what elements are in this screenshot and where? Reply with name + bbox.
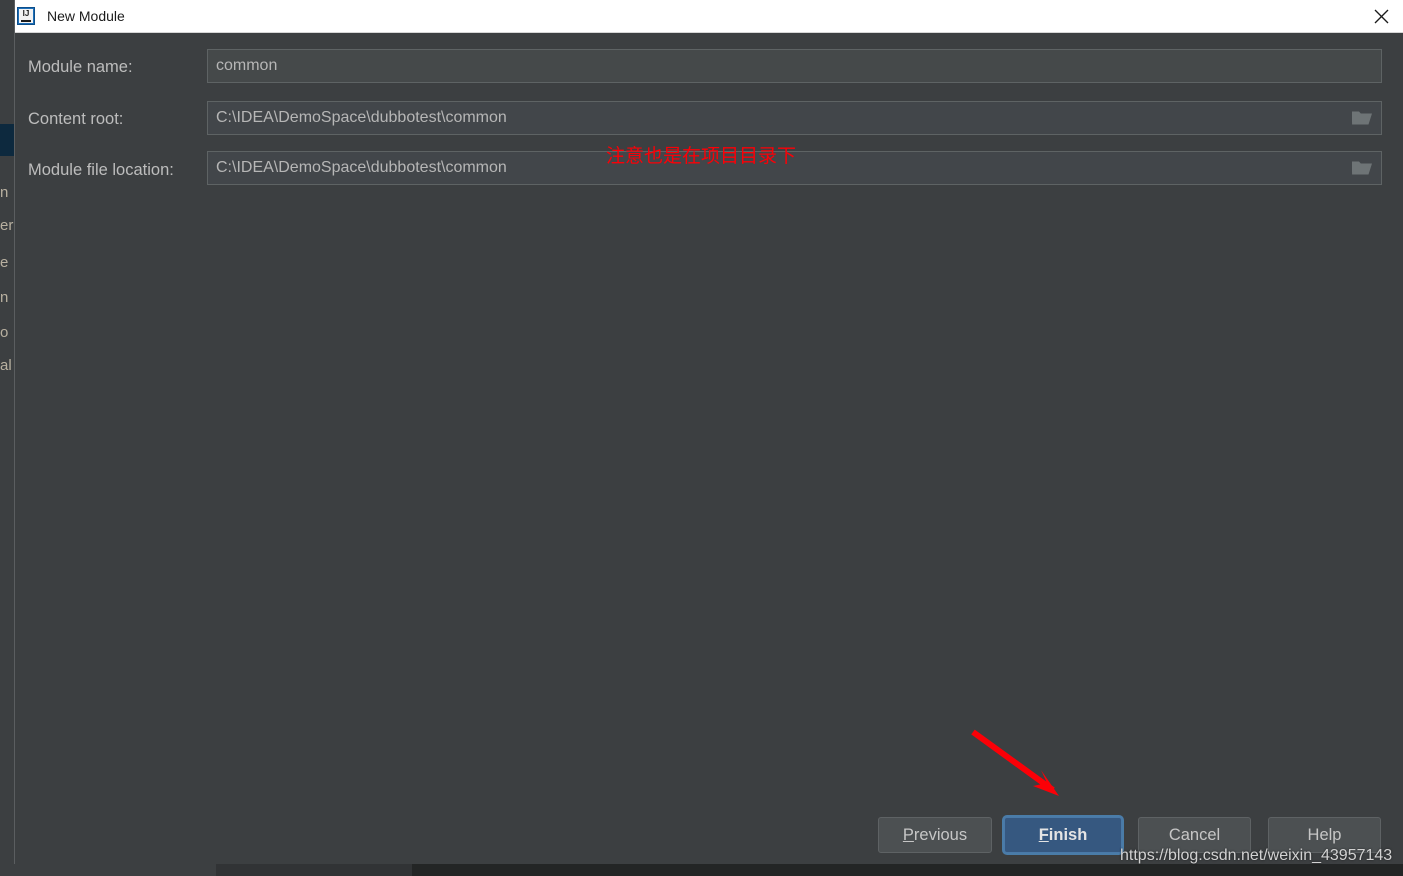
content-root-value: C:\IDEA\DemoSpace\dubbotest\common <box>216 109 507 126</box>
module-name-input[interactable]: common <box>207 49 1382 83</box>
module-file-location-label: Module file location: <box>28 161 174 179</box>
background-sidebar-selected-row <box>0 124 14 156</box>
content-root-input[interactable]: C:\IDEA\DemoSpace\dubbotest\common <box>207 101 1382 135</box>
folder-icon[interactable] <box>1351 160 1373 177</box>
background-bottom-band-left <box>0 864 216 876</box>
background-text-fragment: o <box>0 325 9 340</box>
finish-button[interactable]: Finish <box>1004 817 1122 853</box>
background-text-fragment: al <box>0 358 12 373</box>
intellij-idea-icon <box>17 7 35 25</box>
dialog-titlebar: New Module <box>15 0 1403 33</box>
content-root-label: Content root: <box>28 110 124 128</box>
background-text-fragment: er <box>0 218 14 233</box>
dialog-title: New Module <box>47 8 125 24</box>
annotation-text: 注意也是在项目目录下 <box>606 145 797 167</box>
background-text-fragment: n <box>0 290 9 305</box>
finish-button-label: inish <box>1048 825 1088 844</box>
previous-button-label: revious <box>913 825 968 844</box>
new-module-dialog: New Module Module name: common Content r… <box>14 0 1403 864</box>
watermark-text: https://blog.csdn.net/weixin_43957143 <box>1120 847 1393 864</box>
module-name-label: Module name: <box>28 58 133 76</box>
folder-icon[interactable] <box>1351 110 1373 127</box>
dialog-body: Module name: common Content root: C:\IDE… <box>15 33 1403 864</box>
close-icon[interactable] <box>1358 0 1403 32</box>
previous-button-mnemonic: P <box>902 825 914 844</box>
finish-button-mnemonic: F <box>1038 825 1049 844</box>
previous-button[interactable]: Previous <box>878 817 992 853</box>
module-file-location-value: C:\IDEA\DemoSpace\dubbotest\common <box>216 159 507 176</box>
background-text-fragment: n <box>0 185 9 200</box>
background-text-fragment: e <box>0 255 9 270</box>
background-bottom-band-mid <box>216 864 412 876</box>
